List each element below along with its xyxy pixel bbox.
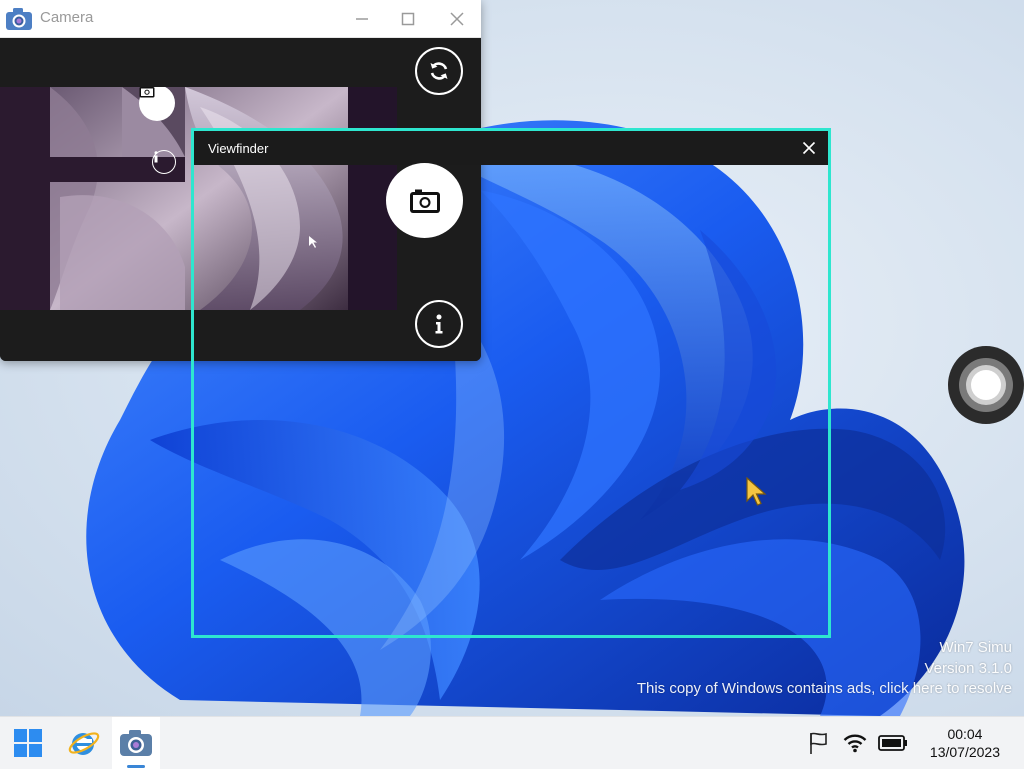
taskbar-camera[interactable]: [112, 717, 160, 769]
close-icon: [802, 141, 816, 155]
internet-explorer-icon: [68, 732, 100, 755]
wifi-icon: [843, 734, 867, 753]
battery-icon: [878, 735, 907, 751]
taskbar-clock[interactable]: 00:04 13/07/2023: [930, 725, 1000, 761]
camera-app-icon: [120, 730, 152, 756]
capture-button[interactable]: [386, 163, 463, 238]
side-shutter-button[interactable]: [948, 346, 1024, 424]
camera-titlebar[interactable]: Camera: [0, 0, 481, 38]
minimize-icon: [356, 17, 368, 20]
viewfinder-titlebar[interactable]: Viewfinder: [194, 131, 828, 165]
window-title: Camera: [40, 9, 94, 26]
wifi-status[interactable]: [839, 717, 871, 769]
preview-info-icon: [152, 150, 176, 174]
close-button[interactable]: [434, 0, 480, 37]
viewfinder-close-button[interactable]: [796, 135, 822, 161]
close-icon: [450, 11, 464, 26]
clock-time: 00:04: [947, 726, 983, 742]
taskbar: 00:04 13/07/2023: [0, 716, 1024, 769]
battery-status[interactable]: [874, 717, 912, 769]
ads-resolve-link[interactable]: This copy of Windows contains ads, click…: [637, 679, 1012, 700]
camera-icon: [6, 8, 32, 30]
viewfinder-title: Viewfinder: [208, 141, 269, 156]
viewfinder-window: Viewfinder: [191, 128, 831, 638]
watermark-version: Version 3.1.0: [924, 659, 1012, 677]
minimize-button[interactable]: [339, 0, 385, 37]
taskbar-internet-explorer[interactable]: [57, 717, 111, 769]
action-center-button[interactable]: [800, 717, 838, 769]
mouse-cursor-icon: [746, 477, 767, 506]
watermark-product: Win7 Simu: [939, 639, 1012, 656]
switch-camera-button[interactable]: [415, 47, 463, 95]
clock-date: 13/07/2023: [929, 744, 1000, 760]
switch-camera-icon: [430, 62, 448, 80]
maximize-icon: [401, 12, 415, 25]
flag-icon: [810, 732, 827, 754]
watermark: Win7 Simu Version 3.1.0 This copy of Win…: [637, 638, 1012, 700]
start-button[interactable]: [0, 717, 56, 769]
shutter-icon: [959, 358, 1013, 412]
maximize-button[interactable]: [385, 0, 431, 37]
windows-start-icon: [14, 729, 42, 757]
capture-icon: [409, 189, 440, 213]
